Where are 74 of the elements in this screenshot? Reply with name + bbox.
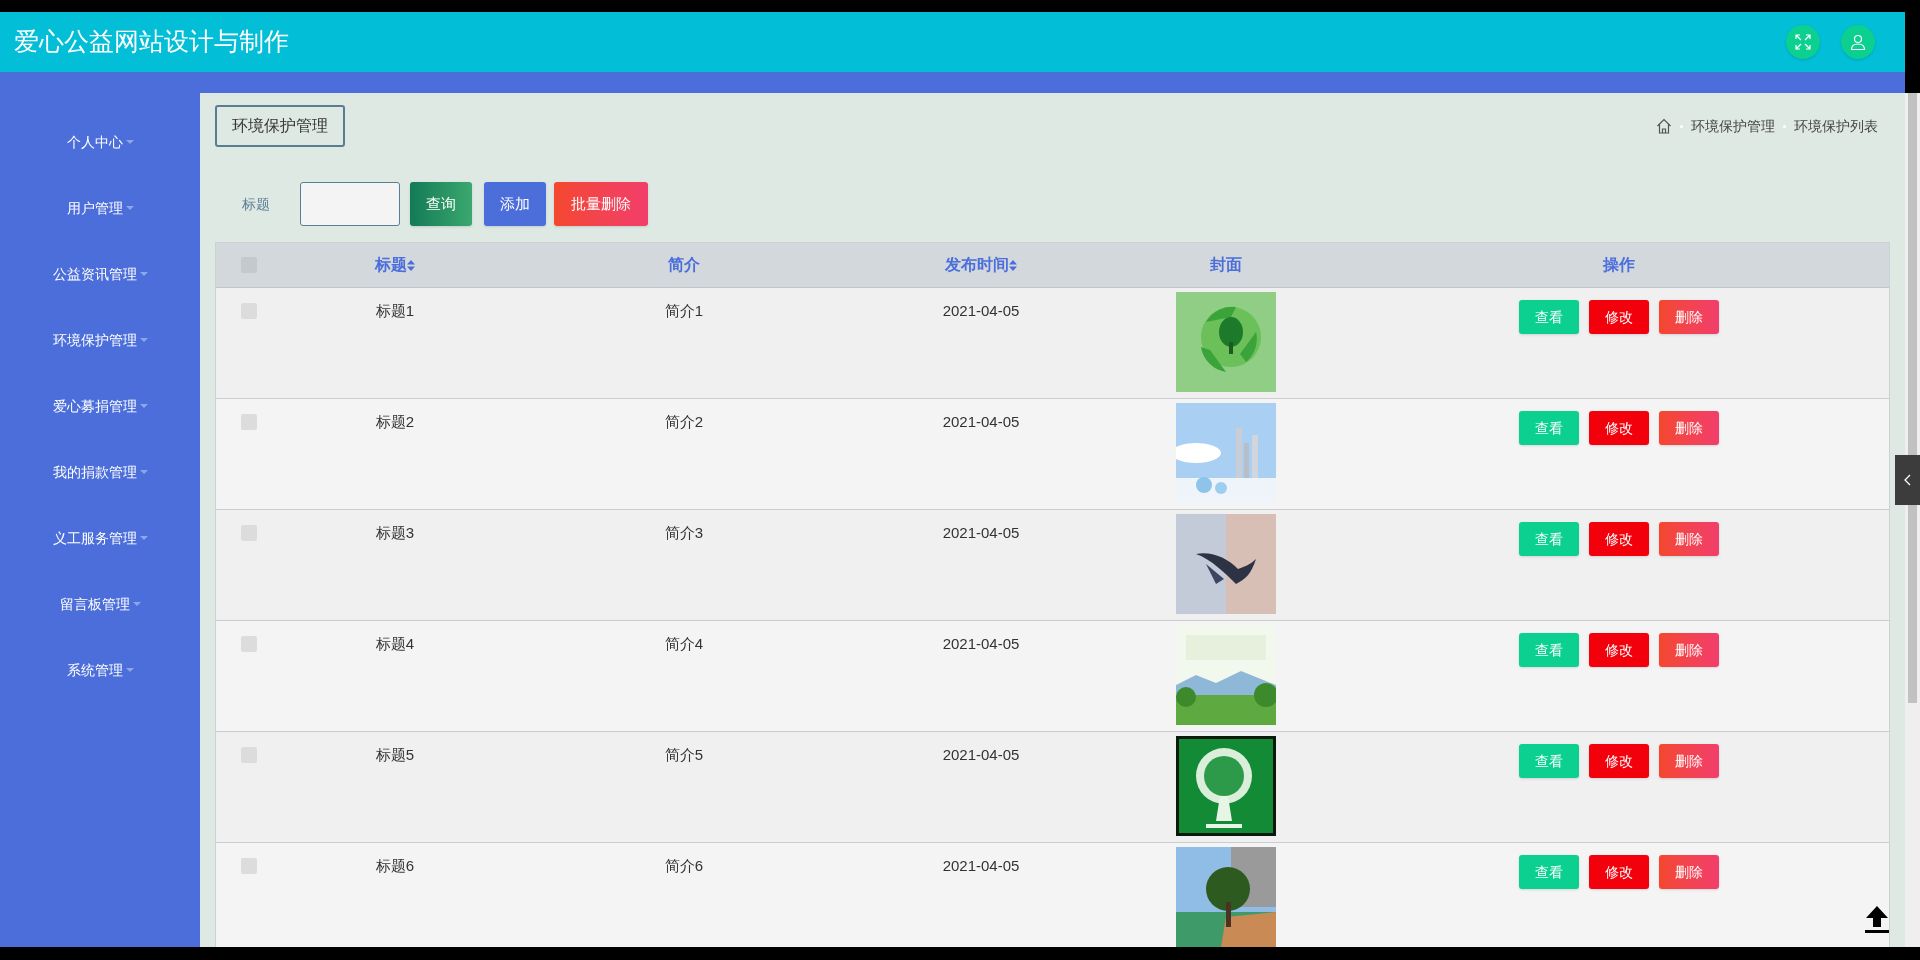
caret-icon [125,206,134,210]
sidebar-menu-item[interactable]: 个人中心 [66,109,134,175]
chevron-left-icon [1903,474,1912,486]
delete-button[interactable]: 删除 [1658,411,1719,445]
table-cell-text: 2021-04-05 [942,634,1020,654]
site-title: 爱心公益网站设计与制作 [14,26,289,58]
table-cell-text: 标题5 [375,745,415,765]
home-icon[interactable] [1656,118,1672,134]
caret-icon [139,470,148,474]
delete-button[interactable]: 删除 [1658,744,1719,778]
column-header: 操作 [1602,255,1635,275]
sidebar-menu-item[interactable]: 公益资讯管理 [52,241,148,307]
table-cell-text: 简介4 [664,634,704,654]
table-cell-text: 2021-04-05 [942,301,1020,321]
table-cell-text: 简介2 [664,412,704,432]
table-cell-text: 标题3 [375,523,415,543]
caret-icon [139,404,148,408]
batch-delete-button[interactable]: 批量删除 [554,182,648,226]
breadcrumb-link[interactable]: 环境保护列表 [1794,115,1878,137]
delete-button[interactable]: 删除 [1658,633,1719,667]
checkbox[interactable] [240,636,257,652]
table-cell-text: 简介3 [664,523,704,543]
add-button[interactable]: 添加 [484,182,546,226]
checkbox[interactable] [240,858,257,874]
fullscreen-icon [1795,34,1811,50]
edit-button[interactable]: 修改 [1588,411,1649,445]
table-cell-text: 2021-04-05 [942,745,1020,765]
sidebar-menu-item[interactable]: 爱心募捐管理 [52,373,148,439]
sidebar-menu-item[interactable]: 留言板管理 [59,571,141,637]
edit-button[interactable]: 修改 [1588,522,1649,556]
sort-icon[interactable] [407,259,415,271]
column-header: 封面 [1209,255,1242,275]
caret-icon [139,536,148,540]
sidebar-menu-item[interactable]: 用户管理 [66,175,134,241]
breadcrumb-link[interactable]: 环境保护管理 [1691,115,1775,137]
column-header[interactable]: 标题 [375,253,415,277]
sidebar-menu-item[interactable]: 我的捐款管理 [52,439,148,505]
table-cell-text: 标题6 [375,856,415,876]
table-cell-text: 2021-04-05 [942,856,1020,876]
title-input-field[interactable] [300,182,400,226]
caret-icon [139,338,148,342]
table-cell-text: 2021-04-05 [942,523,1020,543]
table-cell-text: 简介1 [664,301,704,321]
table-cell-text: 2021-04-05 [942,412,1020,432]
delete-button[interactable]: 删除 [1658,855,1719,889]
search-label: 标题 [242,194,270,214]
table-cell-text: 简介6 [664,856,704,876]
edit-button[interactable]: 修改 [1588,633,1649,667]
page-title: 环境保护管理 [215,105,345,147]
edit-button[interactable]: 修改 [1588,855,1649,889]
delete-button[interactable]: 删除 [1658,522,1719,556]
edit-button[interactable]: 修改 [1588,744,1649,778]
edit-button[interactable]: 修改 [1588,300,1649,334]
caret-icon [125,668,134,672]
table-cell-text: 标题1 [375,301,415,321]
delete-button[interactable]: 删除 [1658,300,1719,334]
checkbox[interactable] [240,414,257,430]
sort-icon[interactable] [1009,259,1017,271]
user-icon [1850,34,1866,50]
column-header[interactable]: 发布时间 [945,253,1017,277]
caret-icon [139,272,148,276]
table-cell-text: 标题2 [375,412,415,432]
sidebar-menu-item[interactable]: 义工服务管理 [52,505,148,571]
caret-icon [125,140,134,144]
sidebar-menu-item[interactable]: 系统管理 [66,637,134,703]
sidebar-menu-item[interactable]: 环境保护管理 [52,307,148,373]
column-header: 简介 [668,255,700,275]
caret-icon [132,602,141,606]
table-cell-text: 简介5 [664,745,704,765]
fullscreen-button[interactable] [1786,25,1820,59]
collapse-tab[interactable] [1895,455,1920,505]
user-button[interactable] [1841,25,1875,59]
search-button[interactable]: 查询 [410,182,472,226]
table-cell-text: 标题4 [375,634,415,654]
